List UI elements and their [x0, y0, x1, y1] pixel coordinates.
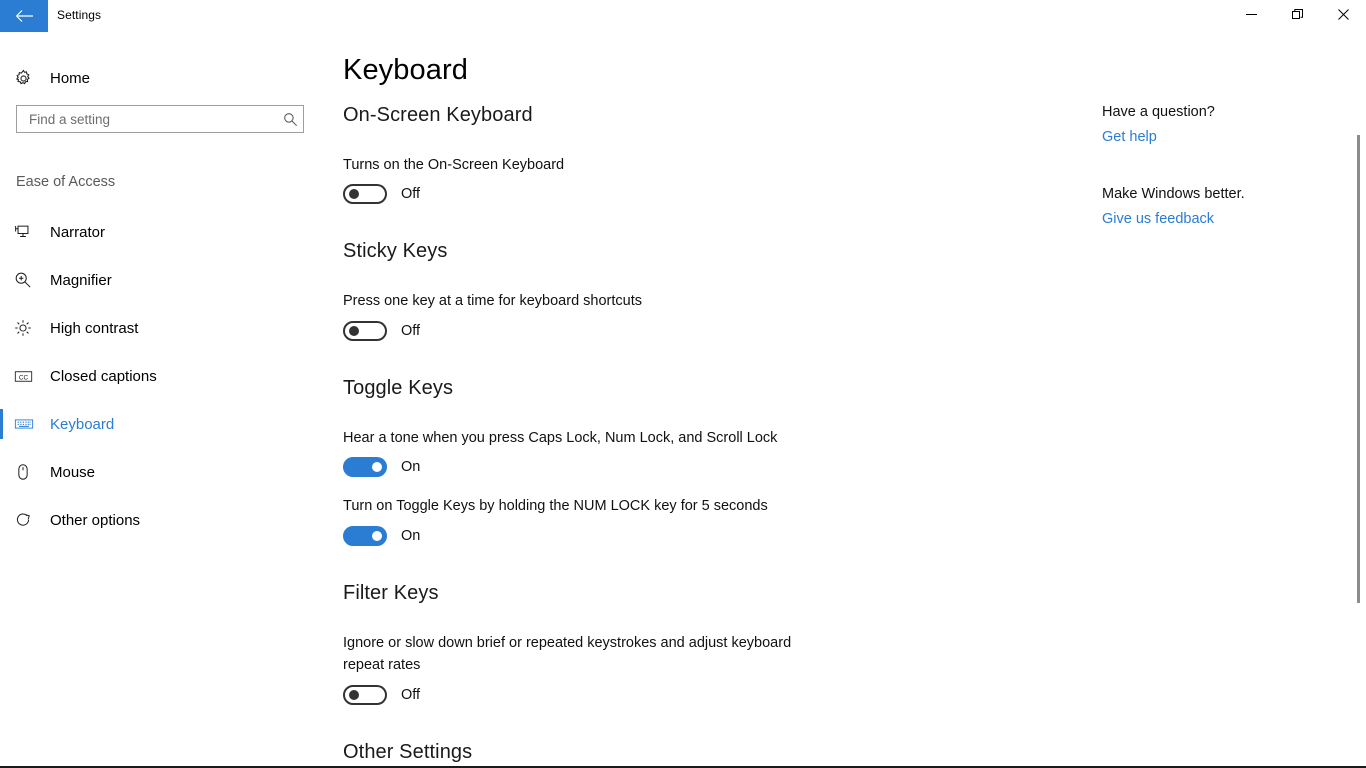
- page-title: Keyboard: [343, 54, 468, 86]
- section-filter-keys: Filter Keys Ignore or slow down brief or…: [343, 582, 963, 705]
- toggle-knob: [349, 325, 359, 336]
- sidebar-item-label: Mouse: [50, 463, 96, 481]
- section-heading: On-Screen Keyboard: [343, 104, 533, 126]
- sidebar-item-magnifier[interactable]: Magnifier: [0, 256, 322, 304]
- search-icon[interactable]: [277, 112, 303, 127]
- give-feedback-link[interactable]: Give us feedback: [1102, 211, 1214, 227]
- window-controls: [1228, 0, 1366, 32]
- section-heading: Sticky Keys: [343, 240, 448, 263]
- svg-text:CC: CC: [19, 374, 29, 381]
- setting-description: Turns on the On-Screen Keyboard: [343, 157, 565, 173]
- mouse-icon: [14, 463, 48, 481]
- toggle-state-label: Off: [401, 186, 421, 203]
- sidebar: Home Ease of Access Narrator: [0, 32, 322, 768]
- setting-description: Ignore or slow down brief or repeated ke…: [343, 634, 792, 674]
- closed-captions-icon: CC: [14, 367, 48, 386]
- brightness-icon: [14, 319, 48, 337]
- back-button[interactable]: [0, 0, 48, 32]
- gear-icon: [14, 69, 48, 88]
- restore-button[interactable]: [1274, 0, 1320, 32]
- sidebar-item-narrator[interactable]: Narrator: [0, 208, 322, 256]
- help-column: Have a question? Get help Make Windows b…: [1102, 104, 1332, 228]
- sidebar-item-home[interactable]: Home: [0, 58, 322, 98]
- setting-toggle-row: Off: [343, 184, 963, 205]
- sidebar-item-keyboard[interactable]: Keyboard: [0, 400, 322, 448]
- sidebar-item-other-options[interactable]: Other options: [0, 496, 322, 544]
- toggle-state-label: On: [401, 459, 421, 476]
- sidebar-item-label: High contrast: [50, 319, 139, 337]
- sidebar-item-label: Narrator: [50, 223, 106, 241]
- help-feedback-heading: Make Windows better.: [1102, 186, 1245, 202]
- section-other-settings: Other Settings: [343, 741, 963, 764]
- sidebar-nav-list: Narrator Magnifier High contrast CC Clos…: [0, 208, 322, 544]
- setting-description: Turn on Toggle Keys by holding the NUM L…: [343, 498, 768, 515]
- minimize-button[interactable]: [1228, 0, 1274, 32]
- section-sticky-keys: Sticky Keys Press one key at a time for …: [343, 240, 963, 341]
- setting-toggle-row: On: [343, 525, 963, 546]
- toggle-knob: [349, 189, 359, 200]
- help-question-heading: Have a question?: [1102, 104, 1215, 120]
- sidebar-item-high-contrast[interactable]: High contrast: [0, 304, 322, 352]
- vertical-scrollbar-track[interactable]: [1352, 32, 1366, 768]
- vertical-scrollbar-thumb[interactable]: [1357, 135, 1360, 603]
- title-bar: Settings: [0, 0, 1366, 32]
- sidebar-item-label: Other options: [50, 511, 141, 529]
- restore-icon: [1291, 7, 1303, 25]
- minimize-icon: [1245, 7, 1257, 25]
- toggle-keys-numlock-toggle[interactable]: [343, 525, 387, 546]
- filter-keys-toggle[interactable]: [343, 684, 387, 705]
- close-button[interactable]: [1320, 0, 1366, 32]
- feedback-block: Make Windows better. Give us feedback: [1102, 186, 1332, 228]
- toggle-knob: [372, 530, 382, 541]
- toggle-knob: [372, 462, 382, 473]
- app-title: Settings: [57, 8, 102, 22]
- keyboard-icon: [14, 414, 48, 434]
- section-heading: Other Settings: [343, 740, 473, 763]
- on-screen-keyboard-toggle[interactable]: [343, 184, 387, 205]
- section-on-screen-keyboard: On-Screen Keyboard Turns on the On-Scree…: [343, 104, 963, 205]
- sidebar-item-closed-captions[interactable]: CC Closed captions: [0, 352, 322, 400]
- section-heading: Filter Keys: [343, 581, 439, 604]
- setting-description: Press one key at a time for keyboard sho…: [343, 293, 642, 310]
- other-options-icon: [14, 511, 48, 529]
- sidebar-item-label: Keyboard: [50, 415, 115, 433]
- toggle-keys-tone-toggle[interactable]: [343, 457, 387, 478]
- toggle-state-label: Off: [401, 686, 421, 703]
- get-help-link[interactable]: Get help: [1102, 129, 1157, 145]
- narrator-icon: [14, 223, 48, 241]
- setting-description: Hear a tone when you press Caps Lock, Nu…: [343, 429, 778, 446]
- main-content: Keyboard On-Screen Keyboard Turns on the…: [322, 32, 1366, 768]
- magnifier-icon: [14, 271, 48, 289]
- close-icon: [1337, 7, 1349, 25]
- sidebar-item-label: Magnifier: [50, 271, 112, 289]
- sticky-keys-toggle[interactable]: [343, 320, 387, 341]
- setting-toggle-row: Off: [343, 320, 963, 341]
- toggle-knob: [349, 689, 359, 700]
- section-toggle-keys: Toggle Keys Hear a tone when you press C…: [343, 377, 963, 546]
- back-arrow-icon: [15, 9, 34, 23]
- sidebar-group-label: Ease of Access: [16, 174, 116, 190]
- sidebar-home-label: Home: [50, 69, 91, 87]
- search-input[interactable]: [17, 111, 277, 127]
- toggle-state-label: On: [401, 527, 421, 544]
- section-heading: Toggle Keys: [343, 376, 454, 399]
- sidebar-item-label: Closed captions: [50, 367, 157, 385]
- toggle-state-label: Off: [401, 322, 421, 339]
- setting-toggle-row: Off: [343, 684, 963, 705]
- search-box[interactable]: [16, 105, 304, 133]
- sidebar-item-mouse[interactable]: Mouse: [0, 448, 322, 496]
- settings-column: On-Screen Keyboard Turns on the On-Scree…: [343, 104, 963, 764]
- setting-toggle-row: On: [343, 457, 963, 478]
